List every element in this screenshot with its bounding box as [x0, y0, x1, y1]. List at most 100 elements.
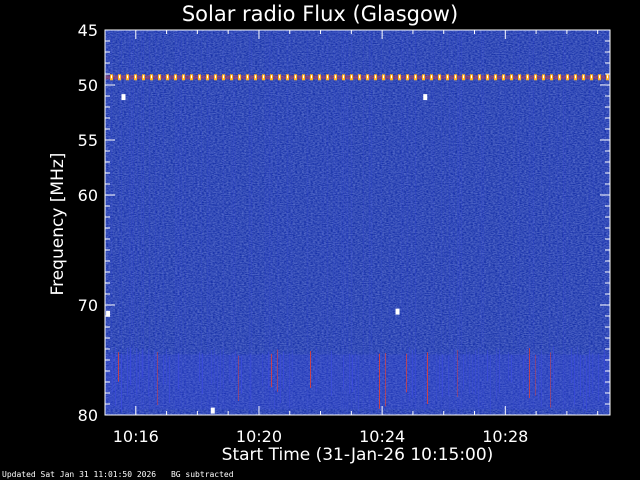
- interference-peak: [607, 75, 608, 79]
- band-streak: [448, 355, 449, 396]
- band-streak: [157, 352, 158, 406]
- band-streak: [604, 348, 605, 387]
- band-streak: [577, 346, 578, 391]
- band-streak: [508, 352, 509, 381]
- interference-peak: [247, 75, 248, 79]
- spectrogram-chart: 10:16 10:20 10:24 10:28455055607080: [78, 21, 611, 446]
- band-streak: [499, 349, 500, 393]
- band-streak: [598, 353, 599, 402]
- interference-peak: [135, 75, 136, 79]
- band-streak: [163, 355, 164, 385]
- interference-peak: [175, 75, 176, 79]
- band-streak: [550, 352, 551, 408]
- interference-peak: [399, 75, 400, 79]
- band-streak: [409, 347, 410, 402]
- band-streak: [469, 351, 470, 395]
- band-streak: [496, 347, 497, 400]
- interference-peak: [215, 75, 216, 79]
- interference-peak: [295, 75, 296, 79]
- interference-peak: [119, 75, 120, 79]
- x-tick-label: 10:24: [359, 427, 405, 446]
- band-streak: [358, 355, 359, 414]
- band-streak: [115, 347, 116, 407]
- interference-peak: [191, 75, 192, 79]
- band-streak: [442, 354, 443, 398]
- band-streak: [310, 351, 311, 389]
- band-streak: [127, 347, 128, 396]
- band-streak: [316, 347, 317, 392]
- interference-peak: [311, 75, 312, 79]
- band-streak: [343, 355, 344, 390]
- interference-peak: [471, 75, 472, 79]
- interference-peak: [327, 75, 328, 79]
- interference-peak: [455, 75, 456, 79]
- band-streak: [241, 356, 242, 394]
- band-streak: [376, 352, 377, 413]
- band-streak: [142, 349, 143, 378]
- interference-peak: [151, 75, 152, 79]
- interference-peak: [111, 75, 112, 79]
- band-streak: [136, 348, 137, 395]
- band-streak: [268, 351, 269, 390]
- band-streak: [154, 350, 155, 389]
- interference-peak: [567, 75, 568, 79]
- interference-peak: [127, 75, 128, 79]
- band-streak: [586, 355, 587, 412]
- interference-peak: [535, 75, 536, 79]
- interference-peak: [599, 75, 600, 79]
- y-tick-label: 60: [78, 186, 98, 205]
- band-streak: [523, 355, 524, 394]
- interference-peak: [439, 75, 440, 79]
- interference-peak: [463, 75, 464, 79]
- footer: Updated Sat Jan 31 11:01:50 2026 BG subt…: [2, 470, 244, 479]
- y-tick-label: 70: [78, 296, 98, 315]
- interference-peak: [367, 75, 368, 79]
- band-streak: [121, 353, 122, 412]
- band-streak: [511, 354, 512, 383]
- interference-peak: [159, 75, 160, 79]
- interference-peak: [551, 75, 552, 79]
- band-streak: [424, 352, 425, 412]
- band-streak: [178, 353, 179, 390]
- interference-peak: [223, 75, 224, 79]
- band-streak: [487, 349, 488, 382]
- interference-peak: [231, 75, 232, 79]
- interference-peak: [343, 75, 344, 79]
- y-tick-label: 80: [78, 406, 98, 425]
- y-axis-label: Frequency [MHz]: [48, 152, 68, 296]
- interference-peak: [423, 75, 424, 79]
- interference-peak: [575, 75, 576, 79]
- band-streak: [169, 356, 170, 404]
- band-streak: [289, 353, 290, 408]
- interference-peak: [183, 75, 184, 79]
- interference-peak: [207, 75, 208, 79]
- band-streak: [475, 349, 476, 395]
- interference-peak: [199, 75, 200, 79]
- band-streak: [571, 347, 572, 383]
- x-tick-label: 10:16: [113, 427, 159, 446]
- lower-band: [105, 354, 610, 410]
- interference-peak: [511, 75, 512, 79]
- band-streak: [472, 354, 473, 394]
- interference-peak: [447, 75, 448, 79]
- interference-peak: [319, 75, 320, 79]
- band-streak: [277, 349, 278, 392]
- band-streak: [466, 347, 467, 383]
- band-streak: [280, 354, 281, 404]
- y-tick-label: 55: [78, 131, 98, 150]
- band-streak: [271, 353, 272, 388]
- band-streak: [355, 352, 356, 402]
- band-streak: [592, 352, 593, 394]
- band-streak: [406, 353, 407, 393]
- interference-peak: [375, 75, 376, 79]
- bright-spot: [423, 94, 428, 101]
- band-streak: [538, 355, 539, 400]
- interference-peak: [415, 75, 416, 79]
- interference-peak: [591, 75, 592, 79]
- band-streak: [148, 348, 149, 397]
- interference-peak: [255, 75, 256, 79]
- interference-peak: [519, 75, 520, 79]
- band-streak: [217, 356, 218, 405]
- interference-peak: [239, 75, 240, 79]
- band-streak: [529, 348, 530, 399]
